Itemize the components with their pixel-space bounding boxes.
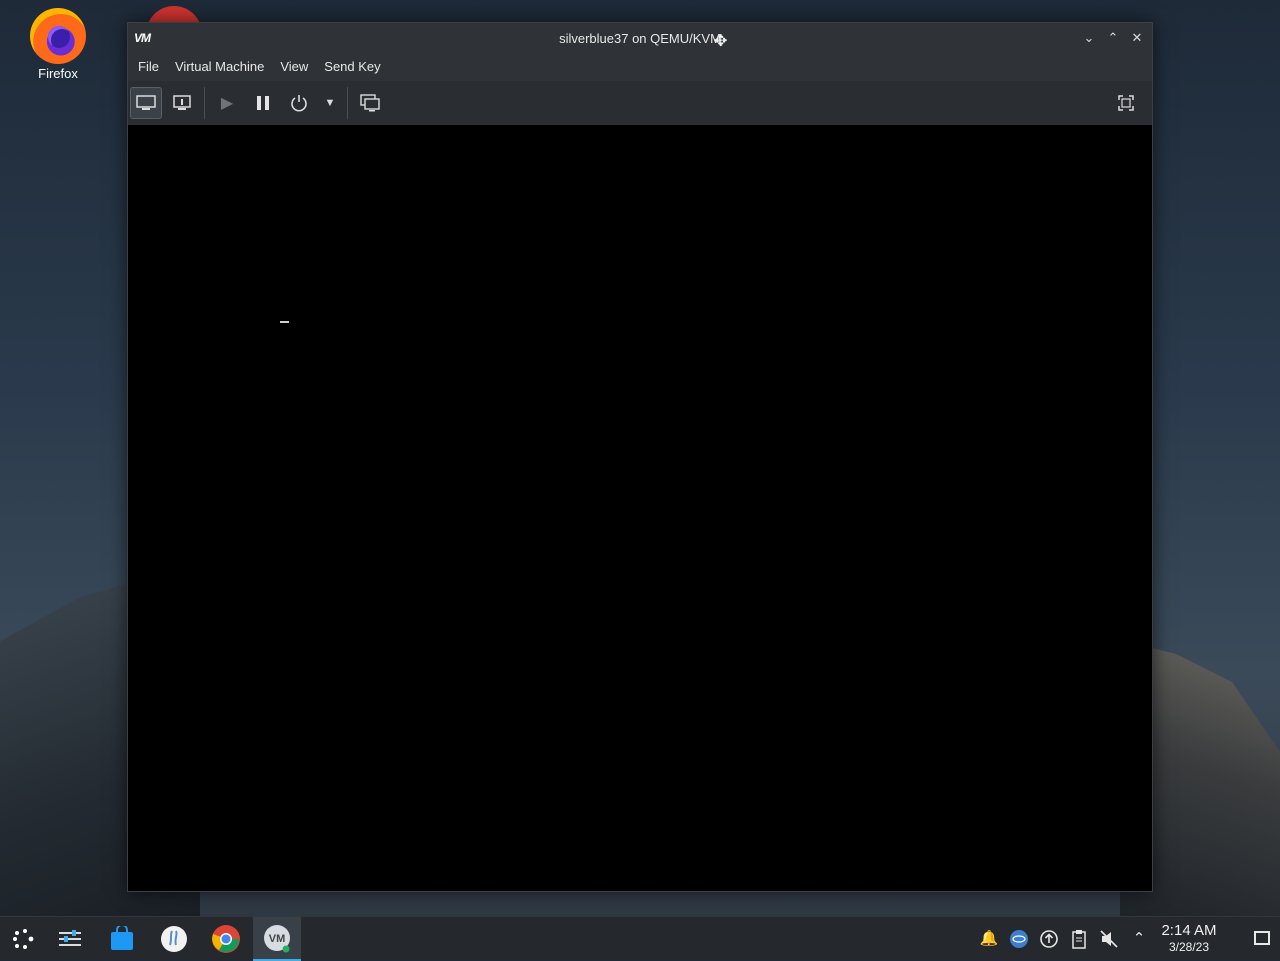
flatseal-icon[interactable] (150, 917, 198, 961)
firefox-icon (30, 8, 86, 64)
menu-send-key[interactable]: Send Key (318, 53, 386, 81)
vm-window: VM silverblue37 on QEMU/KVM ✥ ⌄ ⌃ ✕ File… (127, 22, 1153, 892)
clock-time: 2:14 AM (1161, 922, 1217, 939)
system-settings-icon[interactable] (46, 917, 94, 961)
clipboard-icon[interactable] (1068, 929, 1090, 949)
clock[interactable]: 2:14 AM 3/28/23 (1150, 922, 1228, 954)
window-title: silverblue37 on QEMU/KVM (559, 31, 721, 46)
show-desktop-icon[interactable] (1254, 931, 1270, 945)
network-icon[interactable] (1008, 929, 1030, 949)
details-icon[interactable] (166, 87, 198, 119)
toolbar-separator (347, 87, 348, 119)
close-icon[interactable]: ✕ (1128, 28, 1146, 48)
pause-icon[interactable] (247, 87, 279, 119)
toolbar: ▶ ▼ (128, 81, 1152, 126)
snapshots-icon[interactable] (354, 87, 386, 119)
maximize-icon[interactable]: ⌃ (1104, 28, 1122, 48)
clock-date: 3/28/23 (1168, 940, 1210, 954)
chrome-icon[interactable] (202, 917, 250, 961)
expand-tray-icon[interactable]: ⌃ (1128, 929, 1150, 949)
window-titlebar[interactable]: VM silverblue37 on QEMU/KVM ✥ ⌄ ⌃ ✕ (128, 23, 1152, 53)
discover-store-icon[interactable] (98, 917, 146, 961)
menu-view[interactable]: View (274, 53, 314, 81)
menubar: File Virtual Machine View Send Key (128, 53, 1152, 81)
desktop-icon-label: Firefox (38, 66, 78, 81)
taskbar: VM 🔔 ⌃ 2:14 AM 3/28/23 (0, 916, 1280, 961)
desktop-icon-firefox[interactable]: Firefox (22, 8, 94, 81)
system-tray: 🔔 ⌃ (974, 929, 1154, 949)
menu-file[interactable]: File (132, 53, 165, 81)
updates-icon[interactable] (1038, 929, 1060, 949)
minimize-icon[interactable]: ⌄ (1080, 28, 1098, 48)
vm-console-display[interactable] (128, 125, 1152, 891)
toolbar-separator (204, 87, 205, 119)
svg-text:VM: VM (269, 933, 286, 945)
app-launcher-icon[interactable] (0, 917, 48, 961)
menu-virtual-machine[interactable]: Virtual Machine (169, 53, 270, 81)
volume-muted-icon[interactable] (1098, 929, 1120, 949)
fullscreen-icon[interactable] (1110, 87, 1142, 119)
run-icon[interactable]: ▶ (211, 87, 243, 119)
console-icon[interactable] (130, 87, 162, 119)
move-cursor-icon: ✥ (714, 33, 728, 50)
text-cursor (280, 321, 289, 323)
virt-manager-icon[interactable]: VM (253, 917, 301, 961)
dropdown-arrow-icon[interactable]: ▼ (319, 87, 341, 119)
power-icon[interactable] (283, 87, 315, 119)
notifications-icon[interactable]: 🔔 (978, 929, 1000, 949)
